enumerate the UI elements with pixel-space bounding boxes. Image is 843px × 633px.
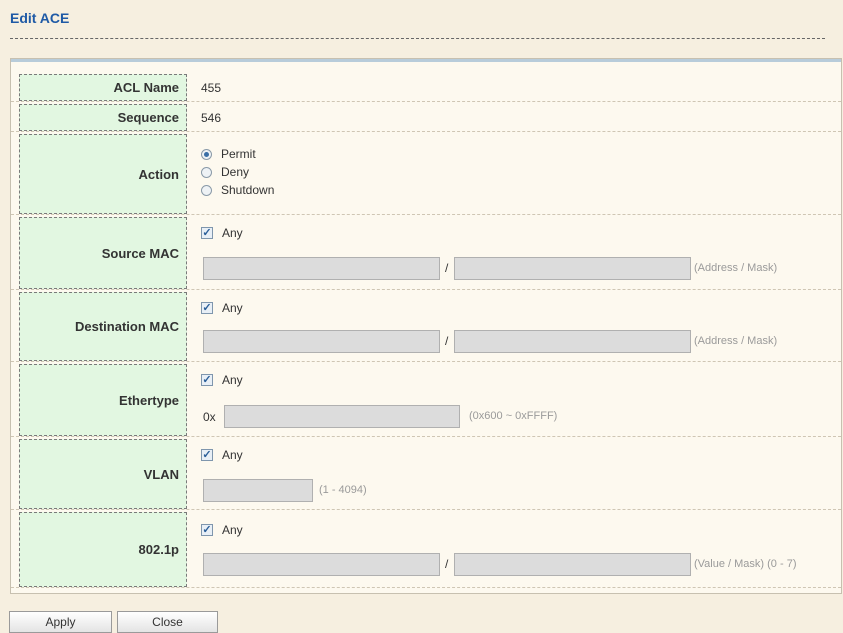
form-panel: ACL Name 455 Sequence 546 Action Permit … (10, 58, 842, 594)
title-divider (10, 38, 825, 39)
row-acl-name: ACL Name 455 (11, 74, 841, 102)
page-title: Edit ACE (10, 10, 70, 26)
vlan-label: VLAN (19, 439, 187, 509)
row-sequence: Sequence 546 (11, 104, 841, 132)
dot1p-any-label: Any (222, 523, 243, 537)
destination-mac-separator: / (445, 334, 449, 348)
vlan-input[interactable] (203, 479, 313, 502)
dot1p-hint: (Value / Mask) (0 - 7) (694, 558, 797, 570)
source-mac-any-checkbox[interactable]: ✓ (201, 227, 213, 239)
vlan-hint: (1 - 4094) (319, 484, 367, 496)
vlan-any-checkbox[interactable]: ✓ (201, 449, 213, 461)
close-button[interactable]: Close (117, 611, 218, 633)
apply-button[interactable]: Apply (9, 611, 112, 633)
radio-permit[interactable] (201, 148, 212, 160)
destination-mac-label: Destination MAC (19, 292, 187, 361)
source-mac-hint: (Address / Mask) (694, 262, 778, 274)
action-label: Action (19, 134, 187, 214)
destination-mac-any-label: Any (222, 301, 243, 315)
destination-mac-address-input[interactable] (203, 330, 440, 353)
dot1p-mask-input[interactable] (454, 553, 691, 576)
title-bar: Edit ACE (0, 0, 843, 52)
ethertype-label: Ethertype (19, 364, 187, 436)
dot1p-label: 802.1p (19, 512, 187, 587)
source-mac-any-label: Any (222, 226, 243, 240)
permit-label: Permit (221, 147, 256, 161)
row-action: Action Permit Deny Shutdown (11, 134, 841, 215)
row-ethertype: Ethertype ✓ Any 0x (0x600 ~ 0xFFFF) (11, 364, 841, 437)
ethertype-any-checkbox[interactable]: ✓ (201, 374, 213, 386)
row-dot1p: 802.1p ✓ Any / (Value / Mask) (0 - 7) (11, 512, 841, 588)
source-mac-any[interactable]: ✓ Any (201, 225, 243, 241)
radio-shutdown[interactable] (201, 184, 212, 196)
source-mac-address-input[interactable] (203, 257, 440, 280)
action-option-shutdown[interactable]: Shutdown (201, 182, 274, 198)
action-option-permit[interactable]: Permit (201, 146, 256, 162)
vlan-any[interactable]: ✓ Any (201, 447, 243, 463)
row-destination-mac: Destination MAC ✓ Any / (Address / Mask) (11, 292, 841, 362)
source-mac-label: Source MAC (19, 217, 187, 289)
destination-mac-any-checkbox[interactable]: ✓ (201, 302, 213, 314)
dot1p-separator: / (445, 557, 449, 571)
source-mac-mask-input[interactable] (454, 257, 691, 280)
action-option-deny[interactable]: Deny (201, 164, 249, 180)
ethertype-prefix: 0x (203, 410, 216, 424)
shutdown-label: Shutdown (221, 183, 275, 197)
dot1p-value-input[interactable] (203, 553, 440, 576)
panel-top-border (11, 59, 841, 62)
row-vlan: VLAN ✓ Any (1 - 4094) (11, 439, 841, 510)
destination-mac-any[interactable]: ✓ Any (201, 300, 243, 316)
row-source-mac: Source MAC ✓ Any / (Address / Mask) (11, 217, 841, 290)
destination-mac-mask-input[interactable] (454, 330, 691, 353)
sequence-label: Sequence (19, 104, 187, 131)
vlan-any-label: Any (222, 448, 243, 462)
ethertype-any-label: Any (222, 373, 243, 387)
ethertype-any[interactable]: ✓ Any (201, 372, 243, 388)
ethertype-hint: (0x600 ~ 0xFFFF) (469, 410, 558, 422)
destination-mac-hint: (Address / Mask) (694, 335, 778, 347)
sequence-value: 546 (201, 111, 222, 125)
radio-deny[interactable] (201, 166, 212, 178)
source-mac-separator: / (445, 261, 449, 275)
deny-label: Deny (221, 165, 250, 179)
dot1p-any[interactable]: ✓ Any (201, 522, 243, 538)
acl-name-value: 455 (201, 81, 222, 95)
dot1p-any-checkbox[interactable]: ✓ (201, 524, 213, 536)
ethertype-input[interactable] (224, 405, 460, 428)
acl-name-label: ACL Name (19, 74, 187, 101)
